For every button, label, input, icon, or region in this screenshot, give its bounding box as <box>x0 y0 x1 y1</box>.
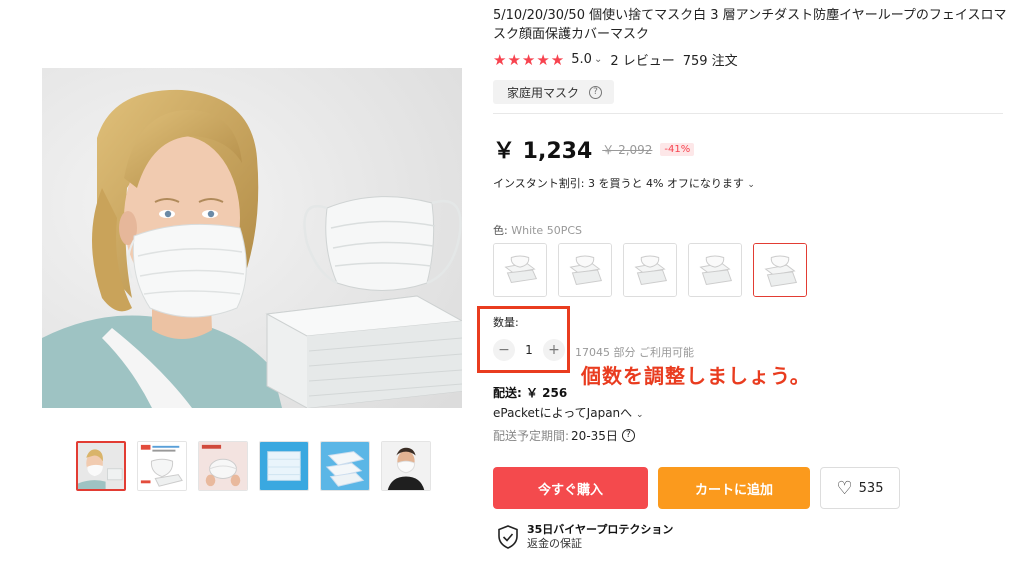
color-swatch-2[interactable] <box>558 243 612 297</box>
question-icon[interactable]: ? <box>589 85 603 99</box>
color-swatch-1[interactable] <box>493 243 547 297</box>
thumbnail-4[interactable] <box>259 441 309 491</box>
heart-icon: ♡ <box>836 477 853 499</box>
quantity-label: 数量: <box>493 316 519 329</box>
thumbnail-1[interactable] <box>76 441 126 491</box>
product-title: 5/10/20/30/50 個使い捨てマスク白 3 層アンチダスト防塵イヤールー… <box>493 8 1007 42</box>
wishlist-button[interactable]: ♡ 535 <box>820 467 900 509</box>
original-price: ￥ 2,092 <box>602 142 653 157</box>
rating-score[interactable]: 5.0 <box>571 52 592 67</box>
color-label-row: 色: White 50PCS <box>493 222 582 238</box>
thumbnail-3[interactable] <box>198 441 248 491</box>
thumbnail-2[interactable] <box>137 441 187 491</box>
shield-check-icon <box>498 525 518 549</box>
color-swatch-3[interactable] <box>623 243 677 297</box>
divider <box>493 113 1003 114</box>
main-product-image[interactable] <box>42 68 462 408</box>
chevron-down-icon: ⌄ <box>747 180 755 190</box>
color-swatch-4[interactable] <box>688 243 742 297</box>
quantity-stepper: − 1 + <box>493 339 565 361</box>
quantity-value[interactable]: 1 <box>515 343 543 357</box>
buyer-protection[interactable]: 35日バイヤープロテクション 返金の保証 <box>497 523 673 551</box>
category-tag[interactable]: 家庭用マスク ? <box>493 80 615 104</box>
annotation-text: 個数を調整しましょう。 <box>581 364 811 388</box>
shipping-cost: 配送: ￥ 256 <box>493 386 568 400</box>
category-tag-label: 家庭用マスク <box>507 85 580 100</box>
instant-discount-text: インスタント割引: 3 を買うと 4% オフになります <box>493 177 744 190</box>
stock-available: 17045 部分 ご利用可能 <box>575 346 694 359</box>
rating-row: ★★★★★ 5.0 ⌄ 2 レビュー 759 注文 <box>493 50 738 70</box>
delivery-estimate: 配送予定期間: 20-35日 ? <box>493 427 635 444</box>
add-to-cart-button[interactable]: カートに追加 <box>658 467 810 509</box>
star-rating-icon: ★★★★★ <box>493 50 566 69</box>
color-swatches <box>493 243 807 297</box>
buyer-protection-text: 35日バイヤープロテクション 返金の保証 <box>527 523 673 551</box>
wishlist-count: 535 <box>858 480 884 496</box>
current-price: ￥ 1,234 <box>493 139 593 164</box>
buyer-protection-subtitle: 返金の保証 <box>527 537 582 550</box>
buy-now-button[interactable]: 今すぐ購入 <box>493 467 648 509</box>
delivery-estimate-value: 20-35日 <box>571 429 618 443</box>
quantity-minus-button[interactable]: − <box>493 339 515 361</box>
question-icon[interactable]: ? <box>621 429 635 442</box>
color-label: 色: <box>493 224 508 237</box>
order-count: 759 注文 <box>682 54 738 69</box>
instant-discount[interactable]: インスタント割引: 3 を買うと 4% オフになります ⌄ <box>493 175 755 191</box>
discount-badge: -41% <box>660 142 695 156</box>
review-count-link[interactable]: 2 レビュー <box>610 50 674 69</box>
color-swatch-5-selected[interactable] <box>753 243 807 297</box>
thumbnail-5[interactable] <box>320 441 370 491</box>
shipping-method[interactable]: ePacketによってJapanへ ⌄ <box>493 404 644 421</box>
chevron-down-icon: ⌄ <box>635 410 644 420</box>
buyer-protection-title: 35日バイヤープロテクション <box>527 523 674 536</box>
quantity-plus-button[interactable]: + <box>543 339 565 361</box>
price-row: ￥ 1,234 ￥ 2,092 -41% <box>493 133 695 165</box>
delivery-estimate-label: 配送予定期間: <box>493 429 570 443</box>
action-buttons: 今すぐ購入 カートに追加 ♡ 535 <box>493 467 900 509</box>
color-selected-value: White 50PCS <box>511 224 582 237</box>
shipping-method-text: ePacketによってJapanへ <box>493 406 633 420</box>
thumbnail-strip <box>76 441 431 491</box>
thumbnail-6[interactable] <box>381 441 431 491</box>
chevron-down-icon[interactable]: ⌄ <box>594 54 602 65</box>
